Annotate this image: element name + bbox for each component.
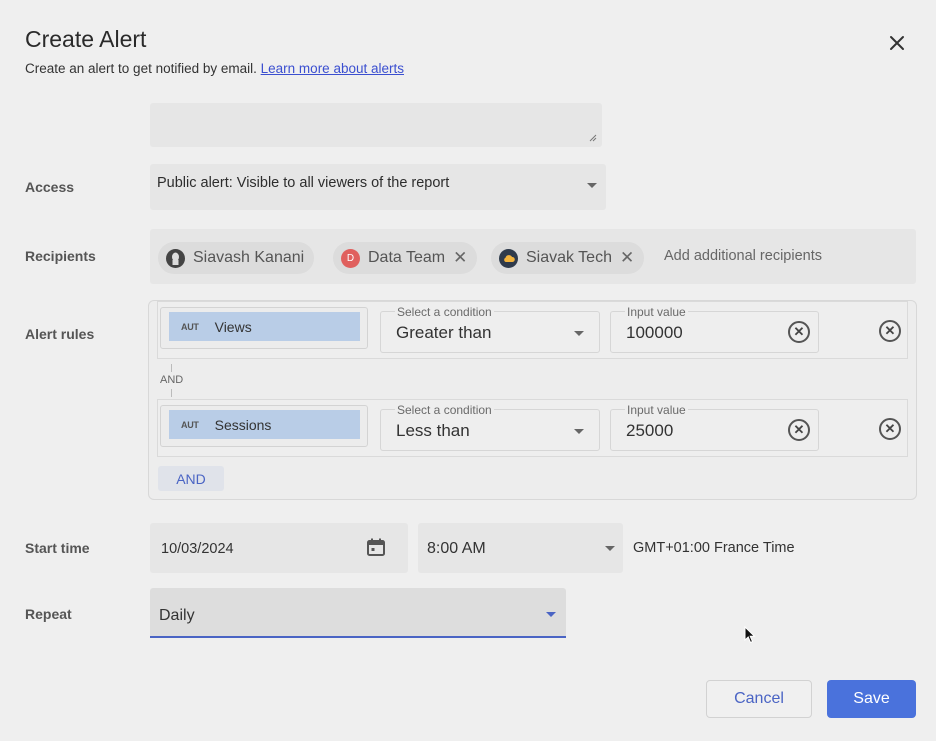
condition-label: Select a condition: [395, 305, 494, 319]
avatar: [499, 248, 518, 268]
input-label: Input value: [625, 403, 688, 417]
start-date-input[interactable]: 10/03/2024: [150, 523, 408, 573]
mouse-cursor-icon: [744, 626, 756, 644]
timezone-label: GMT+01:00 France Time: [633, 540, 795, 556]
metric-selector[interactable]: AUT Views: [160, 307, 368, 349]
repeat-select[interactable]: Daily: [150, 588, 566, 638]
recipient-name: Data Team: [368, 249, 446, 266]
avatar: D: [341, 248, 360, 268]
resize-handle-icon[interactable]: [589, 134, 597, 142]
cancel-button[interactable]: Cancel: [706, 680, 812, 718]
condition-value: Greater than: [396, 323, 492, 342]
rule-row-1: AUT Views Select a condition Greater tha…: [157, 301, 908, 359]
remove-chip-icon[interactable]: ✕: [453, 248, 467, 268]
condition-value: Less than: [396, 421, 470, 440]
recipient-chip-siavash[interactable]: Siavash Kanani: [158, 242, 315, 274]
value-input[interactable]: Input value 100000 ✕: [610, 305, 819, 353]
description-textarea[interactable]: [150, 103, 602, 147]
save-button[interactable]: Save: [827, 680, 916, 718]
dialog-subtitle: Create an alert to get notified by email…: [25, 61, 404, 76]
calendar-icon[interactable]: [366, 537, 386, 557]
start-time-select[interactable]: 8:00 AM: [418, 523, 623, 573]
condition-select[interactable]: Select a condition Less than: [380, 403, 600, 451]
repeat-label: Repeat: [25, 606, 72, 622]
rule-row-2: AUT Sessions Select a condition Less tha…: [157, 399, 908, 457]
input-label: Input value: [625, 305, 688, 319]
recipient-name: Siavak Tech: [526, 249, 612, 266]
metric-chip[interactable]: AUT Sessions: [169, 410, 360, 439]
metric-name: Sessions: [214, 416, 272, 433]
recipient-chip-siavak-tech[interactable]: Siavak Tech ✕: [491, 242, 645, 274]
chevron-down-icon: [574, 429, 584, 434]
metric-type-tag: AUT: [181, 321, 199, 332]
recipients-field[interactable]: Siavash Kanani D Data Team ✕ Siavak Tech…: [150, 229, 916, 284]
close-icon: [890, 36, 904, 50]
clear-input-icon[interactable]: ✕: [788, 419, 810, 441]
access-label: Access: [25, 179, 75, 195]
start-time-label: Start time: [25, 540, 90, 556]
start-date-value: 10/03/2024: [161, 541, 234, 557]
alert-rules-label: Alert rules: [25, 326, 95, 342]
metric-type-tag: AUT: [181, 419, 199, 430]
add-recipients-input[interactable]: Add additional recipients: [664, 248, 822, 264]
clear-input-icon[interactable]: ✕: [788, 321, 810, 343]
metric-chip[interactable]: AUT Views: [169, 312, 360, 341]
condition-select[interactable]: Select a condition Greater than: [380, 305, 600, 353]
dialog-subtitle-text: Create an alert to get notified by email…: [25, 61, 257, 76]
value-input[interactable]: Input value 25000 ✕: [610, 403, 819, 451]
chevron-down-icon: [605, 546, 615, 551]
input-value: 25000: [626, 421, 674, 440]
repeat-value: Daily: [159, 607, 195, 624]
metric-name: Views: [214, 318, 252, 335]
recipients-label: Recipients: [25, 248, 96, 264]
access-value: Public alert: Visible to all viewers of …: [157, 175, 450, 191]
access-select[interactable]: Public alert: Visible to all viewers of …: [150, 164, 606, 210]
add-and-rule-button[interactable]: AND: [158, 466, 224, 491]
close-button[interactable]: [884, 30, 910, 56]
remove-rule-icon[interactable]: ✕: [879, 418, 901, 440]
avatar: [166, 248, 185, 268]
chevron-down-icon: [574, 331, 584, 336]
alert-rules-panel: AUT Views Select a condition Greater tha…: [148, 300, 917, 500]
dialog-title: Create Alert: [25, 26, 147, 52]
input-value: 100000: [626, 323, 683, 342]
remove-chip-icon[interactable]: ✕: [620, 248, 634, 268]
connector-line: [171, 364, 172, 372]
remove-rule-icon[interactable]: ✕: [879, 320, 901, 342]
chevron-down-icon: [587, 183, 597, 188]
cloud-icon: [503, 254, 515, 262]
recipient-chip-data-team[interactable]: D Data Team ✕: [333, 242, 478, 274]
chevron-down-icon: [546, 612, 556, 617]
recipient-name: Siavash Kanani: [193, 249, 305, 266]
start-time-value: 8:00 AM: [427, 540, 486, 557]
and-joiner-label: AND: [160, 374, 184, 386]
condition-label: Select a condition: [395, 403, 494, 417]
connector-line: [171, 389, 172, 397]
person-icon: [172, 252, 179, 265]
metric-selector[interactable]: AUT Sessions: [160, 405, 368, 447]
learn-more-link[interactable]: Learn more about alerts: [261, 61, 404, 76]
